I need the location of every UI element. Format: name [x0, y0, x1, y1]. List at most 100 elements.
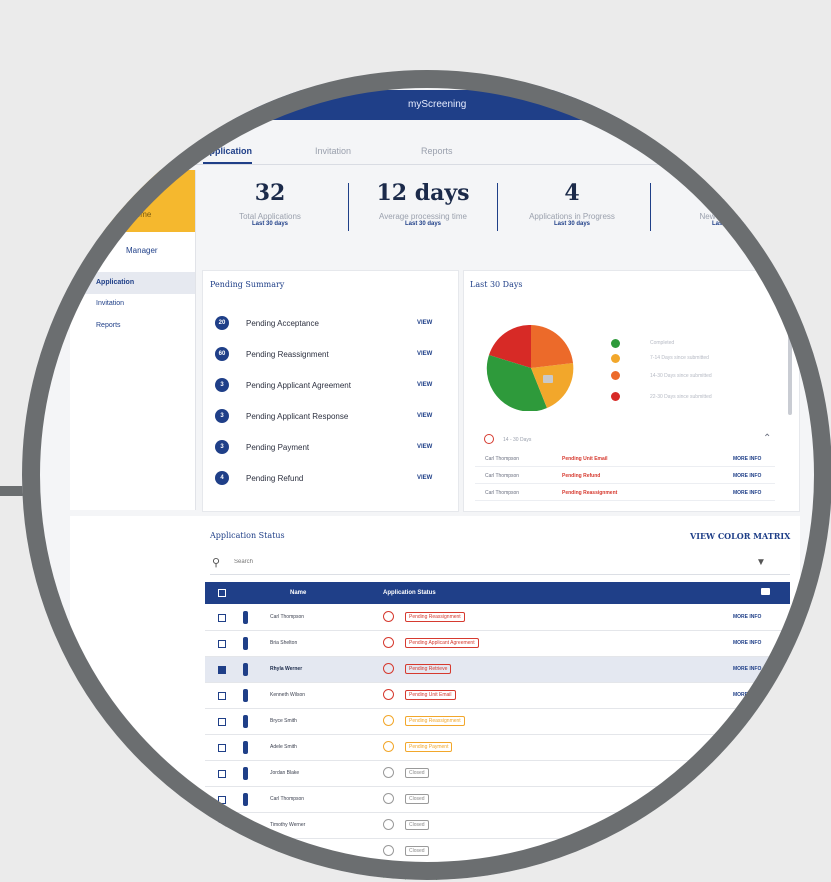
pending-item[interactable]: 3 Pending Applicant Agreement VIEW: [215, 378, 450, 394]
more-info-link[interactable]: MORE INFO: [733, 822, 761, 828]
avatar-icon: [243, 871, 248, 880]
table-row[interactable]: Completed: [205, 865, 790, 880]
sidebar-highlight-label: Home: [130, 210, 152, 219]
table-row[interactable]: Timothy Werner Closed MORE INFO: [205, 813, 790, 839]
pie-slice-14-30: [531, 325, 573, 368]
row-name: Carl Thompson: [270, 614, 305, 620]
stat-label: Total Applications: [239, 212, 301, 221]
row-checkbox[interactable]: [218, 770, 226, 778]
row-name: Bryce Smith: [270, 718, 297, 724]
legend-dot: [611, 354, 620, 363]
row-checkbox[interactable]: [218, 640, 226, 648]
more-info-link[interactable]: MORE INFO: [733, 614, 761, 620]
timer-icon: [383, 689, 394, 700]
row-checkbox[interactable]: [218, 666, 226, 674]
table-row[interactable]: Carl Thompson Closed MORE INFO: [205, 787, 790, 813]
pending-item[interactable]: 20 Pending Acceptance VIEW: [215, 316, 450, 332]
more-info-link[interactable]: MORE INFO: [733, 796, 761, 802]
more-info-link[interactable]: MORE INFO: [733, 692, 761, 698]
tab-reports[interactable]: Reports: [421, 146, 453, 156]
filter-icon[interactable]: ▼: [756, 557, 766, 568]
row-checkbox[interactable]: [218, 848, 226, 856]
view-link[interactable]: VIEW: [417, 320, 432, 326]
more-info-link[interactable]: MORE INFO: [733, 456, 761, 462]
timer-icon: [383, 715, 394, 726]
legend-dot: [611, 339, 620, 348]
select-all-checkbox[interactable]: [218, 589, 226, 597]
column-header-name[interactable]: Name: [290, 590, 306, 596]
timer-icon: [383, 611, 394, 622]
view-link[interactable]: VIEW: [417, 413, 432, 419]
legend-dot: [611, 392, 620, 401]
table-row[interactable]: Bria Shelton Pending Applicant Agreement…: [205, 631, 790, 657]
stat-new-applications: 2 New Applications Last 30 days: [655, 180, 805, 227]
tab-bar: Application Invitation Reports: [195, 140, 815, 165]
search-bar[interactable]: ⚲ ▼: [210, 556, 790, 575]
email-icon[interactable]: [761, 588, 770, 595]
view-link[interactable]: VIEW: [417, 475, 432, 481]
tab-invitation[interactable]: Invitation: [315, 146, 351, 156]
more-info-link[interactable]: MORE INFO: [733, 640, 761, 646]
stat-value: 2: [722, 180, 738, 206]
table-row[interactable]: Carl Thompson Pending Reassignment MORE …: [205, 605, 790, 631]
view-link[interactable]: VIEW: [417, 382, 432, 388]
more-info-link[interactable]: MORE INFO: [733, 718, 761, 724]
row-status: Pending Reassignment: [562, 490, 618, 496]
row-name: Rhyla Werner: [270, 666, 303, 672]
stat-label: Average processing time: [379, 212, 467, 221]
stat-sub: Last 30 days: [251, 221, 289, 227]
row-checkbox[interactable]: [218, 796, 226, 804]
view-link[interactable]: VIEW: [417, 444, 432, 450]
row-checkbox[interactable]: [218, 744, 226, 752]
sidebar-manager[interactable]: Manager: [126, 246, 158, 255]
panel-scrollbar[interactable]: [788, 315, 792, 415]
sidebar-item-invitation[interactable]: Invitation: [96, 300, 124, 307]
avatar-icon: [243, 715, 248, 728]
count-badge: 4: [215, 471, 229, 485]
row-name: Carl Thompson: [485, 473, 520, 479]
pending-item[interactable]: 3 Pending Applicant Response VIEW: [215, 409, 450, 425]
row-checkbox[interactable]: [218, 614, 226, 622]
pending-label: Pending Applicant Agreement: [246, 381, 351, 390]
view-color-matrix-link[interactable]: VIEW COLOR MATRIX: [690, 531, 790, 541]
table-row[interactable]: Jordan Blake Closed MORE INFO: [205, 761, 790, 787]
sidebar-highlight[interactable]: Home: [70, 170, 195, 232]
table-row[interactable]: Bryce Smith Pending Reassignment MORE IN…: [205, 709, 790, 735]
sidebar-item-reports[interactable]: Reports: [96, 322, 121, 329]
tab-application[interactable]: Application: [203, 146, 252, 164]
row-checkbox[interactable]: [218, 692, 226, 700]
more-info-link[interactable]: MORE INFO: [733, 490, 761, 496]
status-chip: Pending Reassignment: [405, 716, 465, 726]
column-header-status[interactable]: Application Status: [383, 590, 436, 596]
view-link[interactable]: VIEW: [417, 351, 432, 357]
pending-item[interactable]: 3 Pending Payment VIEW: [215, 440, 450, 456]
row-checkbox[interactable]: [218, 874, 226, 880]
more-info-link[interactable]: MORE INFO: [733, 770, 761, 776]
app-title: myScreening: [408, 99, 467, 110]
table-row[interactable]: Adele Smith Pending Payment MORE INFO: [205, 735, 790, 761]
table-header: Name Application Status: [205, 582, 790, 604]
row-name: Jordan Blake: [270, 770, 300, 776]
more-info-link[interactable]: MORE INFO: [733, 744, 761, 750]
status-chip: Pending Unit Email: [405, 690, 456, 700]
row-checkbox[interactable]: [218, 718, 226, 726]
row-checkbox[interactable]: [218, 822, 226, 830]
table-row[interactable]: Rhyla Werner Pending Retrieve MORE INFO: [205, 657, 790, 683]
search-input[interactable]: [232, 558, 536, 566]
timer-icon: [383, 767, 394, 778]
chevron-up-icon[interactable]: ⌃: [763, 433, 771, 444]
more-info-link[interactable]: MORE INFO: [733, 666, 761, 672]
stat-sub: Last 30 days: [404, 221, 442, 227]
pending-label: Pending Reassignment: [246, 350, 329, 359]
more-info-link[interactable]: MORE INFO: [733, 848, 761, 854]
pending-item[interactable]: 60 Pending Reassignment VIEW: [215, 347, 450, 363]
status-chip: Completed: [405, 872, 438, 880]
avatar-icon: [243, 741, 248, 754]
row-name: Carl Thompson: [270, 796, 305, 802]
table-row[interactable]: Kenneth Wilson Pending Unit Email MORE I…: [205, 683, 790, 709]
table-row[interactable]: Bria Shelton Closed MORE INFO: [205, 839, 790, 865]
more-info-link[interactable]: MORE INFO: [733, 473, 761, 479]
sidebar-item-application[interactable]: Application: [70, 272, 195, 294]
pending-item[interactable]: 4 Pending Refund VIEW: [215, 471, 450, 487]
timer-icon: [383, 741, 394, 752]
